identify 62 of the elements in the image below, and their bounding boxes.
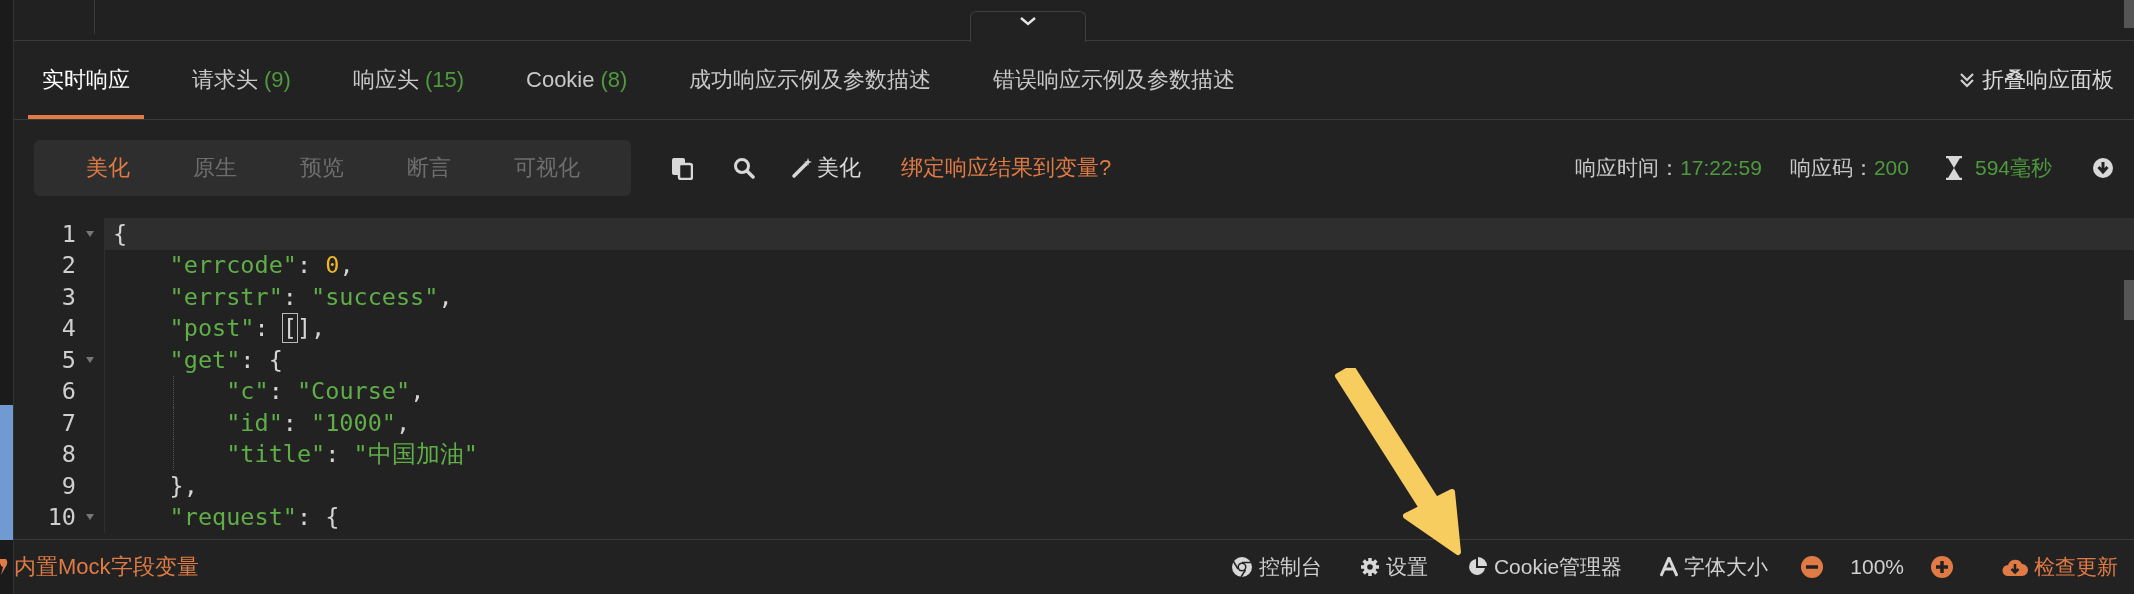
code-line: "request": { (168, 503, 340, 532)
duration-value: 594毫秒 (1974, 155, 2052, 181)
font-size-button[interactable]: 字体大小 (1654, 552, 1775, 582)
code-line: { (113, 219, 128, 248)
line-number: 10 (46, 503, 76, 532)
tab[interactable]: 成功响应示例及参数描述 (675, 41, 946, 119)
fold-arrow-icon[interactable] (85, 355, 95, 364)
line-number: 8 (60, 440, 76, 469)
zoom-in-icon[interactable] (1930, 555, 1954, 579)
line-number: 3 (60, 282, 76, 311)
clipboard-icon[interactable] (671, 156, 693, 180)
code-line: "id": "1000", (225, 408, 411, 437)
collapse-panel-button[interactable]: 折叠响应面板 (1952, 64, 2120, 96)
pin-icon (0, 557, 10, 577)
browser-logo-icon (1230, 556, 1253, 578)
scrollbar[interactable] (2124, 280, 2134, 320)
response-time-label: 响应时间： (1575, 155, 1681, 181)
chevron-down-icon (1018, 15, 1038, 27)
code-line: }, (168, 471, 198, 500)
cookie-manager-button[interactable]: Cookie管理器 (1459, 552, 1629, 582)
fold-arrow-icon[interactable] (85, 229, 95, 238)
cloud-download-icon (2002, 557, 2028, 577)
view-mode-tab[interactable]: 美化 (79, 152, 136, 184)
settings-icon (1359, 557, 1380, 577)
code-line: "c": "Course", (225, 377, 425, 406)
bind-variable-link[interactable]: 绑定响应结果到变量? (901, 153, 1112, 183)
hourglass-icon (1944, 156, 1963, 180)
settings-button[interactable]: 设置 (1353, 552, 1434, 582)
check-update-button[interactable]: 检查更新 (1996, 552, 2124, 582)
line-number: 4 (60, 314, 76, 343)
line-number: 1 (60, 219, 76, 248)
double-chevron-down-icon (1958, 71, 1976, 89)
magic-wand-icon (791, 157, 813, 179)
zoom-out-icon[interactable] (1800, 555, 1825, 579)
tab[interactable]: Cookie (8) (512, 41, 642, 119)
beautify-button[interactable]: 美化 (785, 152, 867, 184)
search-icon[interactable] (733, 157, 755, 179)
code-line: "post": [], (168, 314, 326, 343)
line-number: 9 (60, 471, 76, 500)
zoom-level: 100% (1850, 555, 1904, 579)
mock-variables-button[interactable]: 内置Mock字段变量 (0, 552, 199, 582)
response-code-value: 200 (1873, 156, 1909, 180)
code-line: "errstr": "success", (168, 282, 453, 311)
code-line: "errcode": 0, (168, 251, 354, 280)
tab[interactable]: 实时响应 (28, 41, 144, 119)
expand-handle[interactable] (970, 11, 1086, 42)
line-number: 7 (60, 408, 76, 437)
tab[interactable]: 请求头 (9) (178, 41, 305, 119)
fold-arrow-icon[interactable] (85, 513, 95, 522)
line-number: 6 (60, 377, 76, 406)
response-time-value: 17:22:59 (1680, 156, 1762, 180)
tab[interactable]: 响应头 (15) (338, 41, 478, 119)
code-line: "get": { (168, 345, 283, 374)
code-line: "title": "中国加油" (225, 439, 478, 471)
tab[interactable]: 错误响应示例及参数描述 (979, 41, 1250, 119)
line-number: 2 (60, 251, 76, 280)
response-code-label: 响应码： (1789, 155, 1874, 181)
scrollbar[interactable] (2124, 0, 2134, 28)
console-button[interactable]: 控制台 (1224, 552, 1328, 582)
download-icon[interactable] (2092, 157, 2114, 179)
line-number: 5 (60, 345, 76, 374)
font-icon (1660, 557, 1679, 577)
